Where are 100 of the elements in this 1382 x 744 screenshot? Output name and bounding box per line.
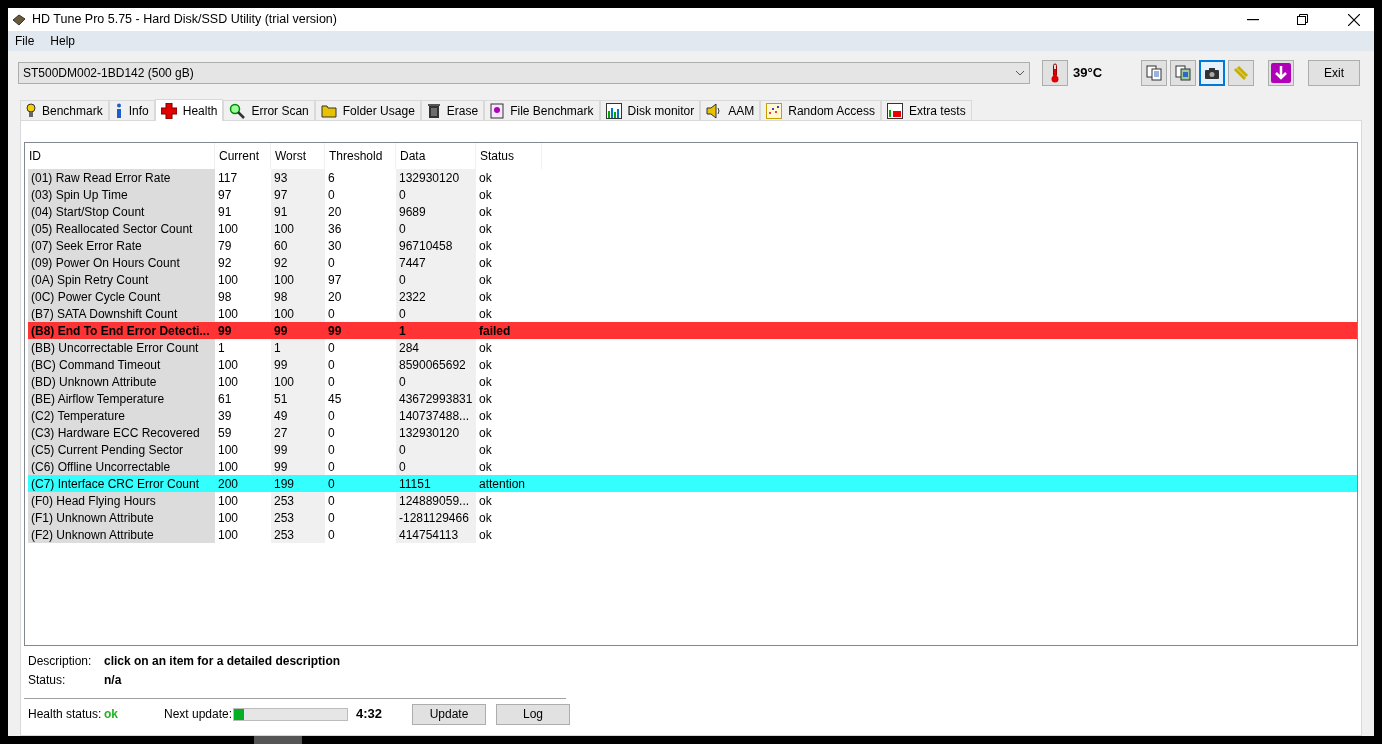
table-cell: 1 — [271, 339, 325, 356]
table-cell: (01) Raw Read Error Rate — [28, 169, 215, 186]
table-cell: 92 — [271, 254, 325, 271]
tab[interactable]: File Benchmark — [484, 100, 600, 120]
description-text: click on an item for a detailed description — [104, 653, 342, 670]
menu-item[interactable]: File — [15, 32, 35, 50]
minimize-icon[interactable] — [1247, 18, 1259, 21]
table-cell-text: 1 — [398, 322, 407, 339]
drive-dropdown[interactable]: ST500DM002-1BD142 (500 gB) — [18, 61, 1030, 84]
table-cell: (03) Spin Up Time — [28, 186, 215, 203]
plus-icon — [160, 102, 177, 119]
table-cell: 0 — [396, 458, 476, 475]
table-cell: 0 — [396, 186, 476, 203]
tab[interactable]: Extra tests — [880, 100, 972, 120]
table-cell: 99 — [271, 441, 325, 458]
file-icon — [490, 102, 505, 119]
table-cell-text: 0 — [327, 475, 336, 492]
tab[interactable]: Health — [154, 99, 224, 121]
table-cell: 253 — [271, 492, 325, 509]
scatter-icon — [766, 102, 783, 119]
description-label: Description: — [28, 653, 93, 670]
tab[interactable]: Benchmark — [20, 100, 109, 120]
table-cell: 99 — [271, 356, 325, 373]
table-cell: 0 — [396, 271, 476, 288]
lightbulb-icon — [26, 102, 36, 119]
action-button[interactable]: Log — [496, 703, 570, 725]
table-cell-text: 99 — [217, 322, 233, 339]
table-cell: 98 — [271, 288, 325, 305]
table-cell: (0C) Power Cycle Count — [28, 288, 215, 305]
table-cell: 91 — [271, 203, 325, 220]
table-cell: (BD) Unknown Attribute — [28, 373, 215, 390]
table-cell: (F0) Head Flying Hours — [28, 492, 215, 509]
tab[interactable]: Error Scan — [223, 100, 315, 120]
tab[interactable]: Random Access — [760, 100, 881, 120]
tab[interactable]: Disk monitor — [599, 100, 701, 120]
table-cell: 0 — [396, 220, 476, 237]
exit-button[interactable]: Exit — [1308, 59, 1360, 86]
table-cell: (C3) Hardware ECC Recovered — [28, 424, 215, 441]
table-cell: 0 — [396, 373, 476, 390]
action-button[interactable]: Update — [412, 703, 486, 725]
table-cell: (B7) SATA Downshift Count — [28, 305, 215, 322]
table-cell: 0 — [396, 305, 476, 322]
table-cell: 132930120 — [396, 424, 476, 441]
table-cell-text: 99 — [327, 322, 343, 339]
table-cell: (F2) Unknown Attribute — [28, 526, 215, 543]
close-icon[interactable] — [1348, 13, 1360, 26]
health-status-label: Health status: — [28, 706, 103, 723]
window-title: HD Tune Pro 5.75 - Hard Disk/SSD Utility (trial version) — [32, 11, 337, 29]
table-cell: 140737488... — [396, 407, 476, 424]
table-cell: (BC) Command Timeout — [28, 356, 215, 373]
table-cell: 124889059... — [396, 492, 476, 509]
status-label: Status: — [28, 672, 67, 689]
table-cell: 100 — [271, 271, 325, 288]
magnifier-icon — [229, 102, 246, 119]
camera-icon — [1204, 65, 1220, 80]
status-text: n/a — [104, 672, 123, 689]
table-cell-text: 199 — [273, 475, 296, 492]
table-cell: 284 — [396, 339, 476, 356]
table-cell: (BE) Airflow Temperature — [28, 390, 215, 407]
thermometer-button[interactable] — [1042, 59, 1068, 86]
table-cell: 132930120 — [396, 169, 476, 186]
toolbar-button[interactable] — [1268, 59, 1294, 86]
table-cell: (04) Start/Stop Count — [28, 203, 215, 220]
table-cell: 100 — [271, 373, 325, 390]
table-cell: 414754113 — [396, 526, 476, 543]
tab[interactable]: Erase — [420, 100, 485, 120]
toolbar-button[interactable] — [1199, 59, 1225, 86]
chevron-down-icon — [1015, 69, 1025, 76]
table-cell: (BB) Uncorrectable Error Count — [28, 339, 215, 356]
menu-item[interactable]: Help — [50, 32, 76, 50]
toolbar-button[interactable] — [1170, 59, 1196, 86]
trash-icon — [426, 102, 441, 119]
table-cell: 253 — [271, 526, 325, 543]
table-cell-text: 99 — [273, 322, 289, 339]
table-cell: 100 — [271, 220, 325, 237]
table-cell: (09) Power On Hours Count — [28, 254, 215, 271]
table-cell: 0 — [396, 441, 476, 458]
table-cell: 2322 — [396, 288, 476, 305]
table-cell: 97 — [271, 186, 325, 203]
table-cell: 9689 — [396, 203, 476, 220]
table-cell-text: 200 — [217, 475, 240, 492]
table-cell: (07) Seek Error Rate — [28, 237, 215, 254]
restore-icon[interactable] — [1297, 14, 1308, 25]
table-cell: 93 — [271, 169, 325, 186]
time-remaining: 4:32 — [356, 705, 384, 724]
folder-icon — [320, 103, 337, 118]
tab[interactable]: Folder Usage — [314, 100, 421, 120]
copy-icon — [1146, 64, 1162, 81]
table-cell: 8590065692 — [396, 356, 476, 373]
table-cell: -1281129466 — [396, 509, 476, 526]
health-status-value: ok — [104, 706, 119, 723]
tab[interactable]: Info — [108, 100, 155, 120]
table-cell-text: attention — [478, 475, 527, 492]
table-cell: 60 — [271, 237, 325, 254]
copy-image-icon — [1175, 64, 1191, 81]
table-cell: (C2) Temperature — [28, 407, 215, 424]
tab[interactable]: AAM — [700, 100, 761, 120]
info-icon — [114, 102, 123, 119]
table-cell: 49 — [271, 407, 325, 424]
next-update-label: Next update: — [164, 706, 233, 723]
